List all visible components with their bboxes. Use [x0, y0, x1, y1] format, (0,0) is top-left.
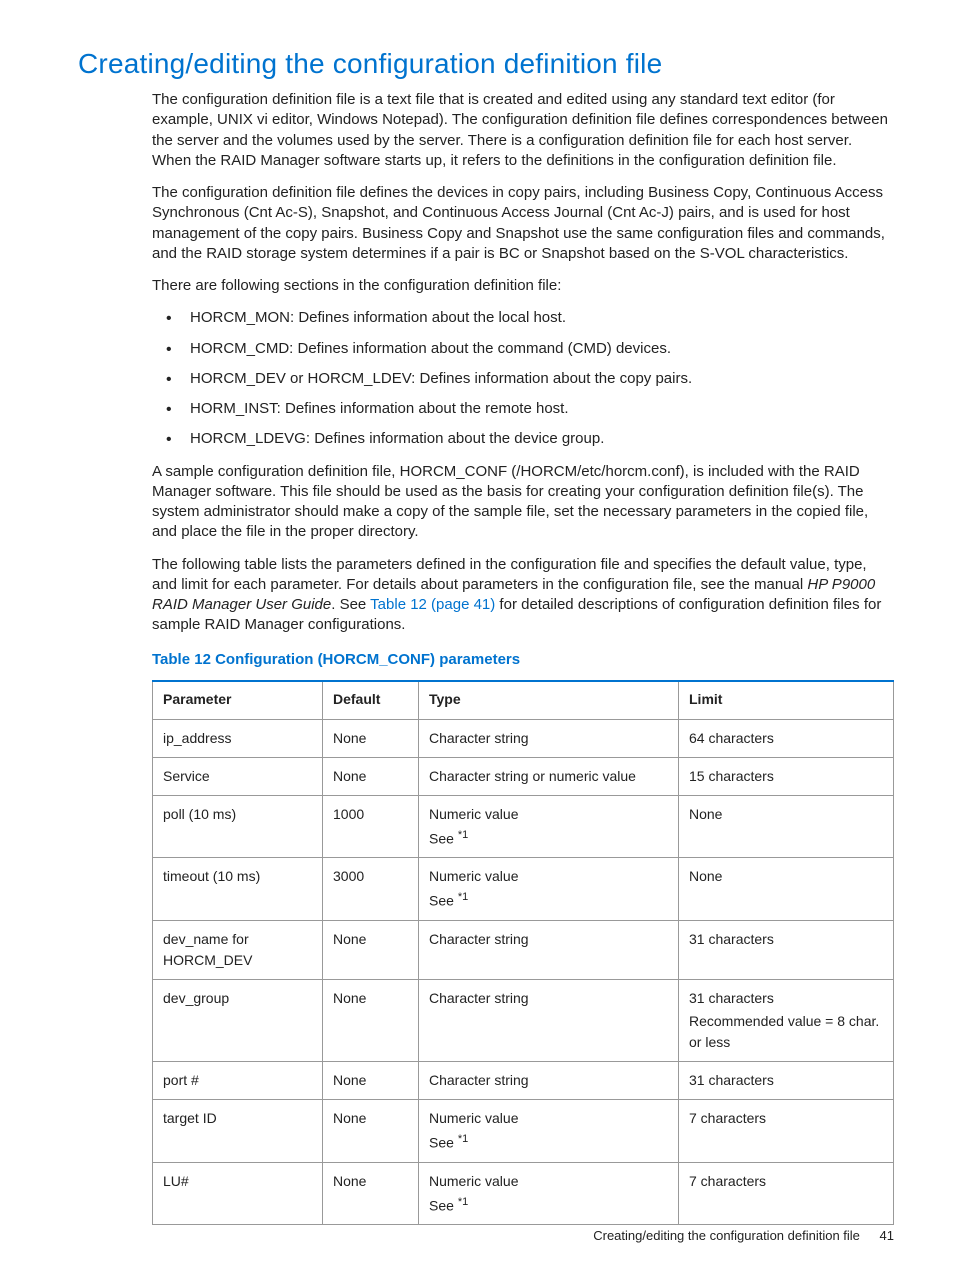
cell-type: Character string	[419, 979, 679, 1061]
cell-type: Numeric valueSee *1	[419, 1099, 679, 1162]
table-row: LU#NoneNumeric valueSee *17 characters	[153, 1162, 894, 1225]
cell-limit: None	[679, 795, 894, 858]
cell-default: None	[323, 757, 419, 795]
list-item: HORCM_CMD: Defines information about the…	[152, 339, 894, 359]
table-row: dev_groupNoneCharacter string31 characte…	[153, 979, 894, 1061]
parameters-table: Parameter Default Type Limit ip_addressN…	[152, 680, 894, 1226]
page-footer: Creating/editing the configuration defin…	[593, 1228, 894, 1243]
table-caption: Table 12 Configuration (HORCM_CONF) para…	[152, 650, 894, 670]
cell-default: None	[323, 719, 419, 757]
cell-limit: 15 characters	[679, 757, 894, 795]
col-type: Type	[419, 681, 679, 719]
list-item: HORCM_MON: Defines information about the…	[152, 308, 894, 328]
table-row: dev_name for HORCM_DEVNoneCharacter stri…	[153, 920, 894, 979]
paragraph: A sample configuration definition file, …	[152, 462, 894, 543]
cell-default: 1000	[323, 795, 419, 858]
cell-parameter: ip_address	[153, 719, 323, 757]
cell-parameter: timeout (10 ms)	[153, 858, 323, 921]
table-crossref-link[interactable]: Table 12 (page 41)	[370, 596, 495, 613]
cell-limit: 7 characters	[679, 1099, 894, 1162]
cell-parameter: Service	[153, 757, 323, 795]
cell-parameter: dev_name for HORCM_DEV	[153, 920, 323, 979]
body-text: The configuration definition file is a t…	[152, 90, 894, 1225]
page: Creating/editing the configuration defin…	[0, 0, 954, 1271]
table-body: ip_addressNoneCharacter string64 charact…	[153, 719, 894, 1225]
cell-default: None	[323, 920, 419, 979]
text-run: The following table lists the parameters…	[152, 556, 867, 593]
col-limit: Limit	[679, 681, 894, 719]
cell-type: Numeric valueSee *1	[419, 795, 679, 858]
cell-limit: 7 characters	[679, 1162, 894, 1225]
table-row: poll (10 ms)1000Numeric valueSee *1None	[153, 795, 894, 858]
cell-limit: 31 charactersRecommended value = 8 char.…	[679, 979, 894, 1061]
table-row: port #NoneCharacter string31 characters	[153, 1061, 894, 1099]
cell-type-note: See *1	[429, 827, 668, 850]
list-item: HORCM_LDEVG: Defines information about t…	[152, 429, 894, 449]
paragraph: The configuration definition file define…	[152, 183, 894, 264]
paragraph: The following table lists the parameters…	[152, 555, 894, 636]
cell-limit: None	[679, 858, 894, 921]
cell-type: Numeric valueSee *1	[419, 858, 679, 921]
cell-parameter: poll (10 ms)	[153, 795, 323, 858]
section-list: HORCM_MON: Defines information about the…	[152, 308, 894, 449]
paragraph: The configuration definition file is a t…	[152, 90, 894, 171]
cell-type: Character string	[419, 920, 679, 979]
page-number: 41	[880, 1228, 894, 1243]
list-item: HORCM_DEV or HORCM_LDEV: Defines informa…	[152, 369, 894, 389]
cell-default: None	[323, 1099, 419, 1162]
cell-limit: 31 characters	[679, 1061, 894, 1099]
cell-type: Character string	[419, 719, 679, 757]
col-default: Default	[323, 681, 419, 719]
footer-title: Creating/editing the configuration defin…	[593, 1228, 860, 1243]
table-row: target IDNoneNumeric valueSee *17 charac…	[153, 1099, 894, 1162]
cell-default: None	[323, 979, 419, 1061]
cell-type-note: See *1	[429, 1194, 668, 1217]
text-run: . See	[331, 596, 370, 613]
cell-parameter: dev_group	[153, 979, 323, 1061]
paragraph: There are following sections in the conf…	[152, 276, 894, 296]
cell-type: Character string or numeric value	[419, 757, 679, 795]
cell-parameter: target ID	[153, 1099, 323, 1162]
cell-type-note: See *1	[429, 889, 668, 912]
table-row: ip_addressNoneCharacter string64 charact…	[153, 719, 894, 757]
cell-default: None	[323, 1162, 419, 1225]
cell-type: Numeric valueSee *1	[419, 1162, 679, 1225]
col-parameter: Parameter	[153, 681, 323, 719]
cell-default: 3000	[323, 858, 419, 921]
cell-limit-note: Recommended value = 8 char. or less	[689, 1011, 883, 1053]
cell-default: None	[323, 1061, 419, 1099]
table-row: timeout (10 ms)3000Numeric valueSee *1No…	[153, 858, 894, 921]
table-row: ServiceNoneCharacter string or numeric v…	[153, 757, 894, 795]
cell-parameter: port #	[153, 1061, 323, 1099]
cell-limit: 64 characters	[679, 719, 894, 757]
table-header-row: Parameter Default Type Limit	[153, 681, 894, 719]
section-heading: Creating/editing the configuration defin…	[78, 48, 894, 80]
cell-parameter: LU#	[153, 1162, 323, 1225]
list-item: HORM_INST: Defines information about the…	[152, 399, 894, 419]
cell-type-note: See *1	[429, 1131, 668, 1154]
cell-limit: 31 characters	[679, 920, 894, 979]
cell-type: Character string	[419, 1061, 679, 1099]
